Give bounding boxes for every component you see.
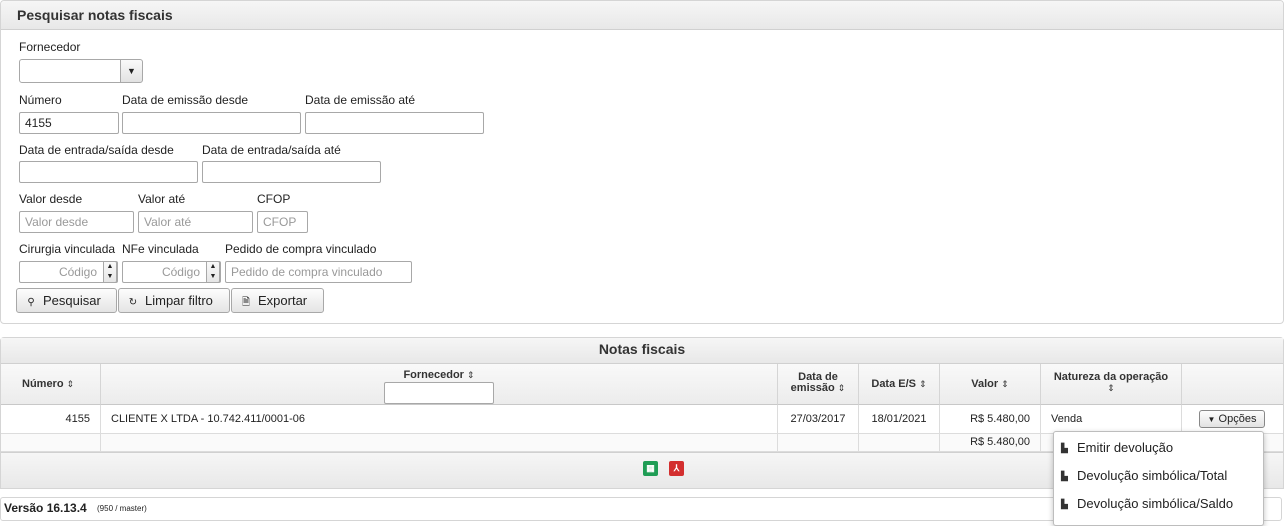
fornecedor-filter-input[interactable]: [384, 382, 494, 404]
valor-desde-input[interactable]: [19, 211, 134, 233]
pesquisar-button[interactable]: ⚲ Pesquisar: [16, 288, 117, 313]
version-build: (950 / master): [97, 504, 147, 513]
exportar-button[interactable]: 🗎 Exportar: [231, 288, 324, 313]
refresh-icon: ↻: [128, 297, 138, 308]
menu-item-label: Emitir devolução: [1077, 440, 1174, 455]
menu-item-label: Devolução simbólica/Saldo: [1077, 496, 1234, 511]
grid-caption: Notas fiscais: [1, 338, 1283, 364]
cell-valor: R$ 5.480,00: [940, 405, 1041, 434]
cfop-input[interactable]: [257, 211, 308, 233]
cirurgia-label: Cirurgia vinculada: [19, 242, 116, 256]
column-header-numero-label: Número: [22, 378, 64, 390]
pdf-export-icon[interactable]: ⅄: [669, 461, 684, 476]
sort-icon: ⇕: [837, 383, 846, 393]
total-cell-empty: [1, 434, 101, 452]
search-icon: ⚲: [27, 297, 35, 308]
limpar-filtro-button[interactable]: ↻ Limpar filtro: [118, 288, 230, 313]
exportar-button-label: Exportar: [258, 293, 308, 308]
numero-input[interactable]: [19, 112, 119, 134]
pedido-label: Pedido de compra vinculado: [225, 242, 377, 256]
fornecedor-combo-input[interactable]: [19, 59, 121, 83]
valor-ate-label: Valor até: [138, 192, 186, 206]
total-cell-empty: [859, 434, 940, 452]
es-desde-label: Data de entrada/saída desde: [19, 143, 174, 157]
cell-fornecedor: CLIENTE X LTDA - 10.742.411/0001-06: [101, 405, 778, 434]
cell-numero: 4155: [1, 405, 101, 434]
menu-item-devolucao-total[interactable]: ▙ Devolução simbólica/Total: [1054, 462, 1263, 490]
emissao-ate-label: Data de emissão até: [305, 93, 416, 107]
column-header-emissao[interactable]: Data de emissão ⇕: [778, 364, 859, 405]
emissao-desde-label: Data de emissão desde: [122, 93, 249, 107]
total-valor: R$ 5.480,00: [940, 434, 1041, 452]
options-menu: ▙ Emitir devolução ▙ Devolução simbólica…: [1053, 431, 1264, 526]
cell-data-es: 18/01/2021: [859, 405, 940, 434]
chevron-down-icon: ▼: [127, 66, 136, 76]
es-desde-input[interactable]: [19, 161, 198, 183]
sort-icon: ⇕: [66, 379, 75, 389]
emissao-ate-input[interactable]: [305, 112, 484, 134]
sort-icon: ⇕: [1107, 383, 1115, 393]
es-ate-input[interactable]: [202, 161, 381, 183]
valor-desde-label: Valor desde: [19, 192, 83, 206]
pesquisar-button-label: Pesquisar: [43, 293, 101, 308]
menu-item-label: Devolução simbólica/Total: [1077, 468, 1228, 483]
limpar-filtro-button-label: Limpar filtro: [145, 293, 213, 308]
cell-natureza: Venda: [1041, 405, 1182, 434]
excel-export-icon[interactable]: ▦: [643, 461, 658, 476]
numero-label: Número: [19, 93, 62, 107]
column-header-fornecedor[interactable]: Fornecedor ⇕: [101, 364, 778, 405]
es-ate-label: Data de entrada/saída até: [202, 143, 341, 157]
building-icon: ▙: [1061, 443, 1068, 453]
emissao-desde-input[interactable]: [122, 112, 301, 134]
column-header-natureza[interactable]: Natureza da operação ⇕: [1041, 364, 1182, 405]
search-panel-title: Pesquisar notas fiscais: [17, 7, 173, 23]
spin-down-icon[interactable]: ▼: [104, 272, 116, 282]
spin-down-icon[interactable]: ▼: [207, 272, 219, 282]
column-header-numero[interactable]: Número ⇕: [1, 364, 101, 405]
options-button-label: Opções: [1218, 413, 1257, 425]
menu-item-emitir-devolucao[interactable]: ▙ Emitir devolução: [1054, 434, 1263, 462]
sort-icon: ⇕: [1001, 379, 1009, 389]
column-header-natureza-label: Natureza da operação: [1053, 371, 1169, 383]
valor-ate-input[interactable]: [138, 211, 253, 233]
fornecedor-dropdown-button[interactable]: ▼: [120, 59, 143, 83]
sort-icon: ⇕: [919, 379, 927, 389]
cirurgia-spinner[interactable]: ▲ ▼: [103, 261, 117, 283]
search-panel: Pesquisar notas fiscais Fornecedor ▼ Núm…: [0, 0, 1284, 324]
spin-up-icon[interactable]: ▲: [207, 262, 219, 272]
sort-icon: ⇕: [467, 370, 475, 380]
version-text: Versão 16.13.4: [4, 501, 87, 515]
cfop-label: CFOP: [257, 192, 291, 206]
column-header-data-es-label: Data E/S: [871, 378, 917, 390]
column-header-emissao-line2: emissão: [790, 382, 835, 394]
fornecedor-label: Fornecedor: [19, 40, 81, 54]
caret-down-icon: ▼: [1207, 415, 1216, 424]
nfe-spinner[interactable]: ▲ ▼: [206, 261, 220, 283]
search-panel-header: Pesquisar notas fiscais: [1, 1, 1283, 30]
column-header-valor[interactable]: Valor ⇕: [940, 364, 1041, 405]
column-header-fornecedor-label: Fornecedor: [403, 369, 464, 381]
building-icon: ▙: [1061, 471, 1068, 481]
options-button[interactable]: ▼ Opções: [1199, 410, 1265, 428]
spin-up-icon[interactable]: ▲: [104, 262, 116, 272]
nfe-label: NFe vinculada: [122, 242, 199, 256]
column-header-valor-label: Valor: [971, 378, 999, 390]
pedido-input[interactable]: [225, 261, 412, 283]
column-header-actions: [1182, 364, 1283, 405]
total-cell-empty: [101, 434, 778, 452]
column-header-data-es[interactable]: Data E/S ⇕: [859, 364, 940, 405]
total-cell-empty: [778, 434, 859, 452]
cell-emissao: 27/03/2017: [778, 405, 859, 434]
export-document-icon: 🗎: [241, 297, 251, 308]
building-icon: ▙: [1061, 499, 1068, 509]
menu-item-devolucao-saldo[interactable]: ▙ Devolução simbólica/Saldo: [1054, 490, 1263, 518]
